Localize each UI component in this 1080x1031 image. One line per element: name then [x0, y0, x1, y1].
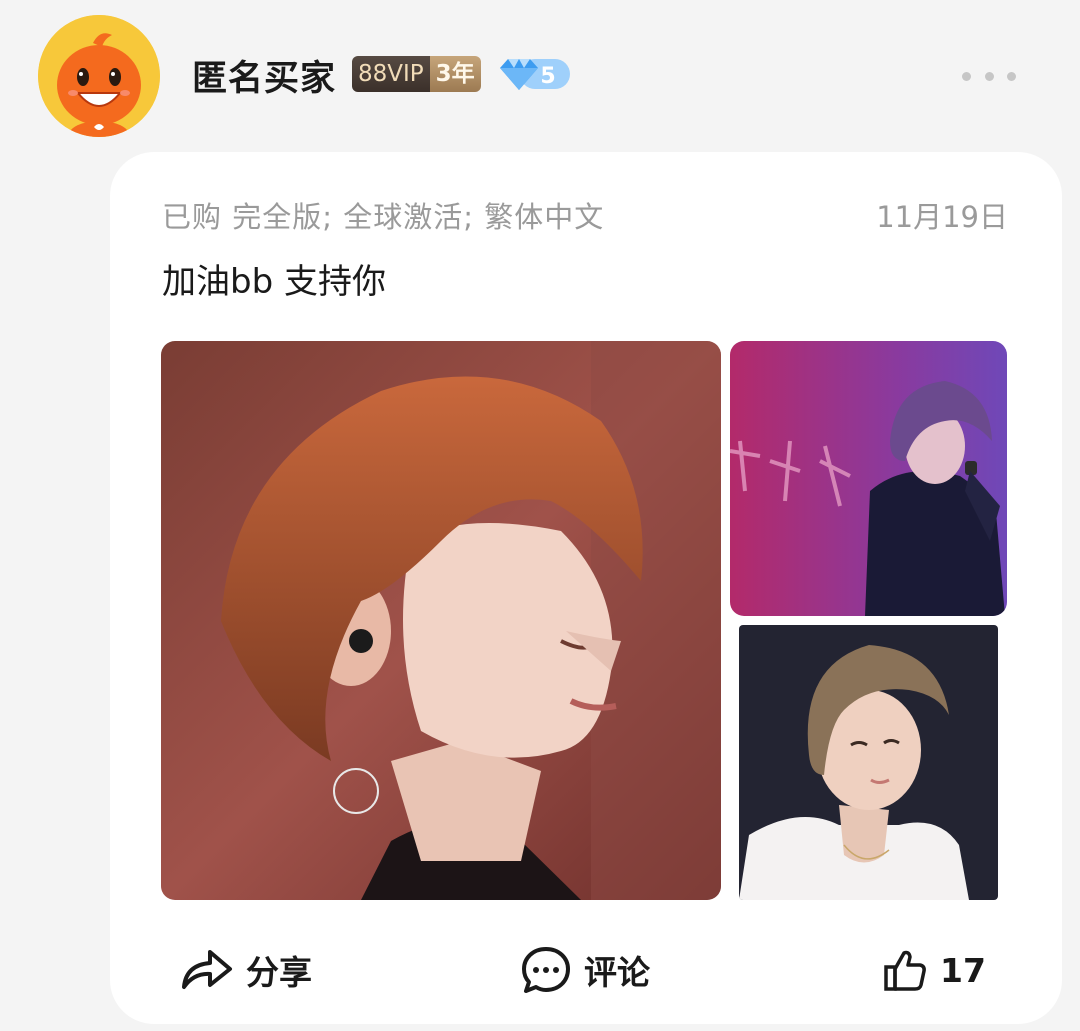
share-label: 分享: [246, 953, 312, 992]
comment-icon: [522, 947, 570, 993]
more-dot: [962, 71, 971, 81]
like-button[interactable]: 17: [882, 942, 986, 998]
review-date: 11月19日: [876, 200, 1008, 234]
more-dot: [984, 71, 994, 81]
review-header: 匿名买家 88VIP 3年 5: [0, 0, 1080, 150]
like-count: 17: [940, 950, 986, 990]
level-number: 5: [540, 64, 555, 89]
vip-badge: 88VIP 3年: [352, 56, 481, 92]
more-button[interactable]: [962, 62, 1016, 90]
orange-mascot-icon: [38, 15, 160, 137]
more-dot: [1007, 71, 1016, 81]
comment-label: 评论: [584, 953, 650, 992]
avatar[interactable]: [38, 15, 160, 137]
vip-years: 3年: [429, 56, 481, 92]
purchase-info: 已购 完全版; 全球激活; 繁体中文: [162, 200, 605, 234]
review-photo-2[interactable]: [730, 341, 1007, 616]
comment-button[interactable]: 评论: [520, 942, 650, 998]
level-badge: 5: [496, 56, 572, 92]
thumbs-up-icon: [884, 950, 926, 991]
username: 匿名买家: [192, 59, 337, 99]
review-photo-1[interactable]: [161, 341, 721, 900]
review-text: 加油bb 支持你: [162, 262, 386, 302]
review-photo-3[interactable]: [739, 625, 998, 900]
share-icon: [182, 950, 232, 989]
vip-label: 88VIP: [352, 56, 430, 92]
share-button[interactable]: 分享: [180, 942, 312, 998]
review-card: 已购 完全版; 全球激活; 繁体中文 11月19日 加油bb 支持你 分享 评论…: [110, 152, 1062, 1024]
